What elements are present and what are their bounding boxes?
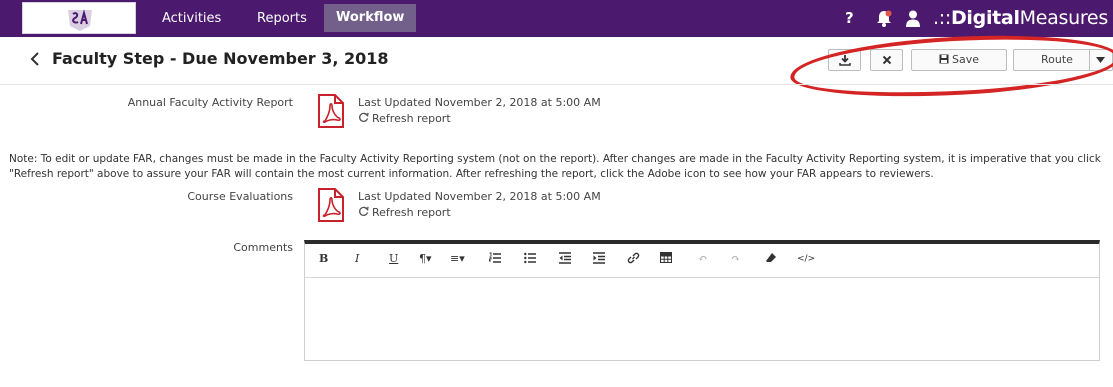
digital-measures-brand: .::DigitalMeasures: [933, 7, 1108, 29]
code-view-button[interactable]: </>: [797, 252, 815, 266]
notifications-bell-icon[interactable]: [876, 10, 892, 27]
sfa-logo-icon: [68, 9, 92, 31]
underline-button[interactable]: U: [389, 252, 398, 266]
far-instructions-note: Note: To edit or update FAR, changes mus…: [9, 153, 1101, 180]
report-last-updated-course-evaluations: Last Updated November 2, 2018 at 5:00 AM: [358, 190, 601, 203]
report-last-updated-afar: Last Updated November 2, 2018 at 5:00 AM: [358, 96, 601, 109]
comments-editor[interactable]: B I U ¶▾ ≡▾ ↶ ↷ </>: [304, 240, 1100, 361]
top-nav-bar: Activities Reports Workflow ? .::Digital…: [0, 0, 1113, 37]
brand-bold: Digital: [950, 7, 1020, 29]
refresh-report-link-afar[interactable]: Refresh report: [358, 112, 451, 125]
italic-button[interactable]: I: [355, 252, 359, 266]
clear-formatting-eraser-icon[interactable]: [765, 252, 777, 263]
link-icon[interactable]: [627, 252, 640, 264]
pdf-file-icon[interactable]: [318, 94, 344, 128]
table-icon[interactable]: [660, 252, 672, 263]
brand-prefix: .::: [933, 7, 951, 29]
indent-icon[interactable]: [593, 252, 605, 264]
nav-reports[interactable]: Reports: [257, 0, 307, 37]
page-title: Faculty Step - Due November 3, 2018: [52, 49, 389, 68]
unordered-list-icon[interactable]: [524, 252, 536, 264]
comments-text-area[interactable]: [305, 278, 1099, 361]
report-label-afar: Annual Faculty Activity Report: [127, 96, 293, 109]
bold-button[interactable]: B: [319, 252, 328, 266]
refresh-report-label: Refresh report: [372, 112, 451, 125]
nav-workflow[interactable]: Workflow: [324, 4, 417, 32]
header-divider: [0, 84, 1113, 85]
refresh-report-label: Refresh report: [372, 206, 451, 219]
align-dropdown[interactable]: ≡▾: [450, 252, 465, 266]
undo-button[interactable]: ↶: [698, 252, 707, 266]
paragraph-format-dropdown[interactable]: ¶▾: [419, 252, 432, 266]
brand-rest: Measures: [1019, 7, 1109, 29]
refresh-report-link-course-evaluations[interactable]: Refresh report: [358, 206, 451, 219]
ordered-list-icon[interactable]: [489, 252, 501, 264]
editor-toolbar: B I U ¶▾ ≡▾ ↶ ↷ </>: [305, 244, 1099, 278]
outdent-icon[interactable]: [559, 252, 571, 264]
annotation-circle: [788, 28, 1113, 104]
redo-button[interactable]: ↷: [731, 252, 740, 266]
help-button[interactable]: ?: [845, 0, 854, 37]
university-logo[interactable]: [22, 2, 136, 34]
comments-label: Comments: [233, 241, 293, 254]
report-label-course-evaluations: Course Evaluations: [187, 190, 293, 203]
pdf-file-icon[interactable]: [318, 188, 344, 222]
back-chevron-icon[interactable]: [30, 52, 40, 66]
refresh-icon: [359, 206, 369, 216]
refresh-icon: [359, 112, 369, 122]
nav-activities[interactable]: Activities: [162, 0, 221, 37]
user-profile-icon[interactable]: [906, 10, 920, 27]
